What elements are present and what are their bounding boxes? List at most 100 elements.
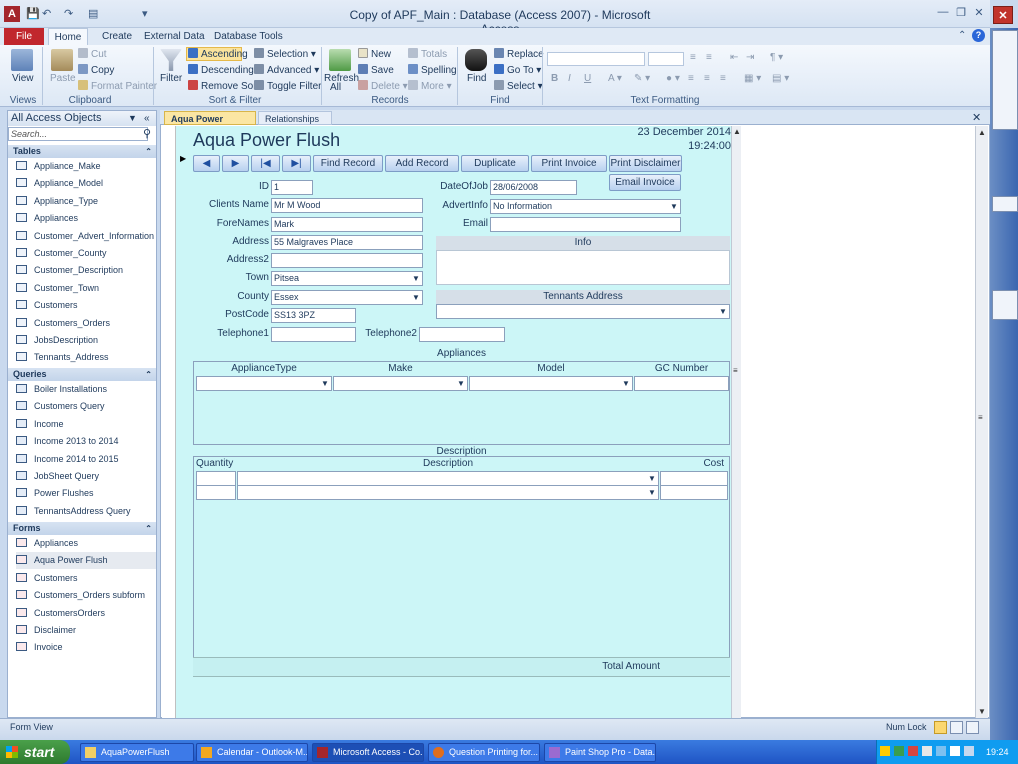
alt-row-color-icon[interactable]: ▤ ▾ (772, 73, 789, 84)
nav-item-jobsheet-query[interactable]: JobSheet Query (16, 468, 156, 485)
advertinfo-combo[interactable]: No Information ▼ (490, 199, 681, 214)
dropdown-arrow-icon[interactable]: ▼ (717, 305, 729, 318)
dropdown-arrow-icon[interactable]: ▼ (410, 291, 422, 304)
form-view-icon[interactable] (934, 721, 947, 734)
underline-icon[interactable]: U (584, 73, 591, 84)
nav-item-income-2014-to-2015[interactable]: Income 2014 to 2015 (16, 451, 156, 468)
tab-database-tools[interactable]: Database Tools (204, 28, 293, 45)
nav-item-customers-orders-subform[interactable]: Customers_Orders subform (16, 587, 156, 604)
dropdown-arrow-icon[interactable]: ▼ (620, 377, 632, 390)
design-view-icon[interactable] (966, 721, 979, 734)
telephone2-field[interactable] (419, 327, 505, 342)
description-combo[interactable]: ▼ (237, 485, 659, 500)
tray-icon[interactable] (908, 746, 918, 756)
numbering-icon[interactable]: ≡ (706, 52, 712, 63)
nav-item-appliance-type[interactable]: Appliance_Type (16, 193, 156, 210)
nav-section-forms[interactable]: Forms ⌃ (8, 522, 156, 535)
selection-button[interactable]: Selection ▾ (254, 48, 316, 60)
paste-icon[interactable] (51, 49, 73, 71)
doc-tab-aqua-power-flush[interactable]: Aqua Power Flush (164, 111, 256, 138)
save-record-button[interactable]: Save (358, 64, 394, 76)
nav-item-boiler-installations[interactable]: Boiler Installations (16, 381, 156, 398)
bold-icon[interactable]: B (551, 73, 558, 84)
decrease-indent-icon[interactable]: ⇤ (730, 52, 738, 63)
dropdown-arrow-icon[interactable]: ▼ (410, 272, 422, 285)
nav-item-disclaimer[interactable]: Disclaimer (16, 622, 156, 639)
delete-record-button[interactable]: Delete ▾ (358, 80, 408, 92)
quantity-field[interactable] (196, 485, 236, 500)
view-button[interactable]: View (12, 73, 34, 84)
tab-home[interactable]: Home (48, 28, 88, 45)
align-right-icon[interactable]: ≡ (720, 73, 726, 84)
remove-sort-button[interactable]: Remove Sort (188, 80, 259, 92)
font-size-box[interactable] (648, 52, 684, 66)
nav-item-customers-query[interactable]: Customers Query (16, 398, 156, 415)
font-name-box[interactable] (547, 52, 645, 66)
tenants-address-combo[interactable]: ▼ (436, 304, 730, 319)
nav-item-customer-advert-information[interactable]: Customer_Advert_Information (16, 228, 156, 245)
nav-item-jobsdescription[interactable]: JobsDescription (16, 332, 156, 349)
paste-button[interactable]: Paste (50, 73, 76, 84)
clients-name-field[interactable]: Mr M Wood (271, 198, 423, 213)
nav-section-queries[interactable]: Queries ⌃ (8, 368, 156, 381)
dropdown-arrow-icon[interactable]: ▼ (646, 472, 658, 485)
text-direction-icon[interactable]: ¶ ▾ (770, 52, 783, 63)
nav-item-customers-orders[interactable]: Customers_Orders (16, 315, 156, 332)
increase-indent-icon[interactable]: ⇥ (746, 52, 754, 63)
scroll-up-icon[interactable]: ▲ (733, 127, 741, 136)
filter-button[interactable]: Filter (160, 73, 182, 84)
access-app-icon[interactable]: A (4, 6, 20, 22)
collapse-section-icon[interactable]: ⌃ (145, 145, 152, 158)
form-scrollbar[interactable] (731, 126, 741, 718)
format-painter-button[interactable]: Format Painter (78, 80, 157, 92)
redo-icon[interactable]: ↷ (64, 7, 73, 20)
taskbar-item-firefox[interactable]: Question Printing for... (428, 743, 540, 762)
toggle-filter-button[interactable]: Toggle Filter (254, 80, 321, 92)
tray-icon[interactable] (922, 746, 932, 756)
nav-item-appliances[interactable]: Appliances (16, 210, 156, 227)
shutter-bar-close-icon[interactable]: « (144, 111, 150, 126)
nav-item-customer-town[interactable]: Customer_Town (16, 280, 156, 297)
nav-item-aqua-power-flush[interactable]: Aqua Power Flush (16, 552, 156, 570)
collapse-section-icon[interactable]: ⌃ (145, 368, 152, 381)
prev-record-button[interactable]: ◀ (193, 155, 220, 172)
tray-icon[interactable] (964, 746, 974, 756)
align-left-icon[interactable]: ≡ (688, 73, 694, 84)
taskbar-item-aquapowerflush[interactable]: AquaPowerFlush (80, 743, 194, 762)
first-record-button[interactable]: |◀ (251, 155, 280, 172)
nav-search-input[interactable]: Search... (8, 127, 148, 141)
doc-scroll-up-icon[interactable]: ▲ (978, 128, 986, 137)
save-icon[interactable]: 💾 (26, 7, 40, 20)
info-memo-field[interactable] (436, 250, 730, 285)
email-invoice-button[interactable]: Email Invoice (609, 174, 681, 191)
dropdown-arrow-icon[interactable]: ▼ (319, 377, 331, 390)
refresh-all-label[interactable]: All (330, 82, 341, 93)
spelling-button[interactable]: Spelling (408, 64, 457, 76)
tray-icon[interactable] (950, 746, 960, 756)
telephone1-field[interactable] (271, 327, 356, 342)
model-combo[interactable]: ▼ (469, 376, 633, 391)
background-color-icon[interactable]: ● ▾ (666, 73, 680, 84)
town-combo[interactable]: Pitsea ▼ (271, 271, 423, 286)
print-invoice-button[interactable]: Print Invoice (531, 155, 607, 172)
cost-field[interactable] (660, 485, 728, 500)
nav-item-customersorders[interactable]: CustomersOrders (16, 605, 156, 622)
replace-button[interactable]: Replace (494, 48, 544, 60)
tab-external-data[interactable]: External Data (134, 28, 215, 45)
find-button[interactable]: Find (467, 73, 486, 84)
gc-number-field[interactable] (634, 376, 729, 391)
address-field[interactable]: 55 Malgraves Place (271, 235, 423, 250)
nav-item-customer-county[interactable]: Customer_County (16, 245, 156, 262)
dropdown-arrow-icon[interactable]: ▼ (455, 377, 467, 390)
nav-item-tennantsaddress-query[interactable]: TennantsAddress Query (16, 503, 156, 520)
doc-scroll-down-icon[interactable]: ▼ (978, 707, 986, 716)
copy-button[interactable]: Copy (78, 64, 114, 76)
county-combo[interactable]: Essex ▼ (271, 290, 423, 305)
select-button[interactable]: Select ▾ (494, 80, 543, 92)
nav-item-customers[interactable]: Customers (16, 570, 156, 587)
record-selector[interactable] (162, 126, 176, 718)
binoculars-icon[interactable] (465, 49, 487, 71)
description-combo[interactable]: ▼ (237, 471, 659, 486)
nav-pane-header[interactable]: All Access Objects ▼ « (8, 111, 156, 126)
restore-icon[interactable]: ❐ (952, 6, 970, 22)
